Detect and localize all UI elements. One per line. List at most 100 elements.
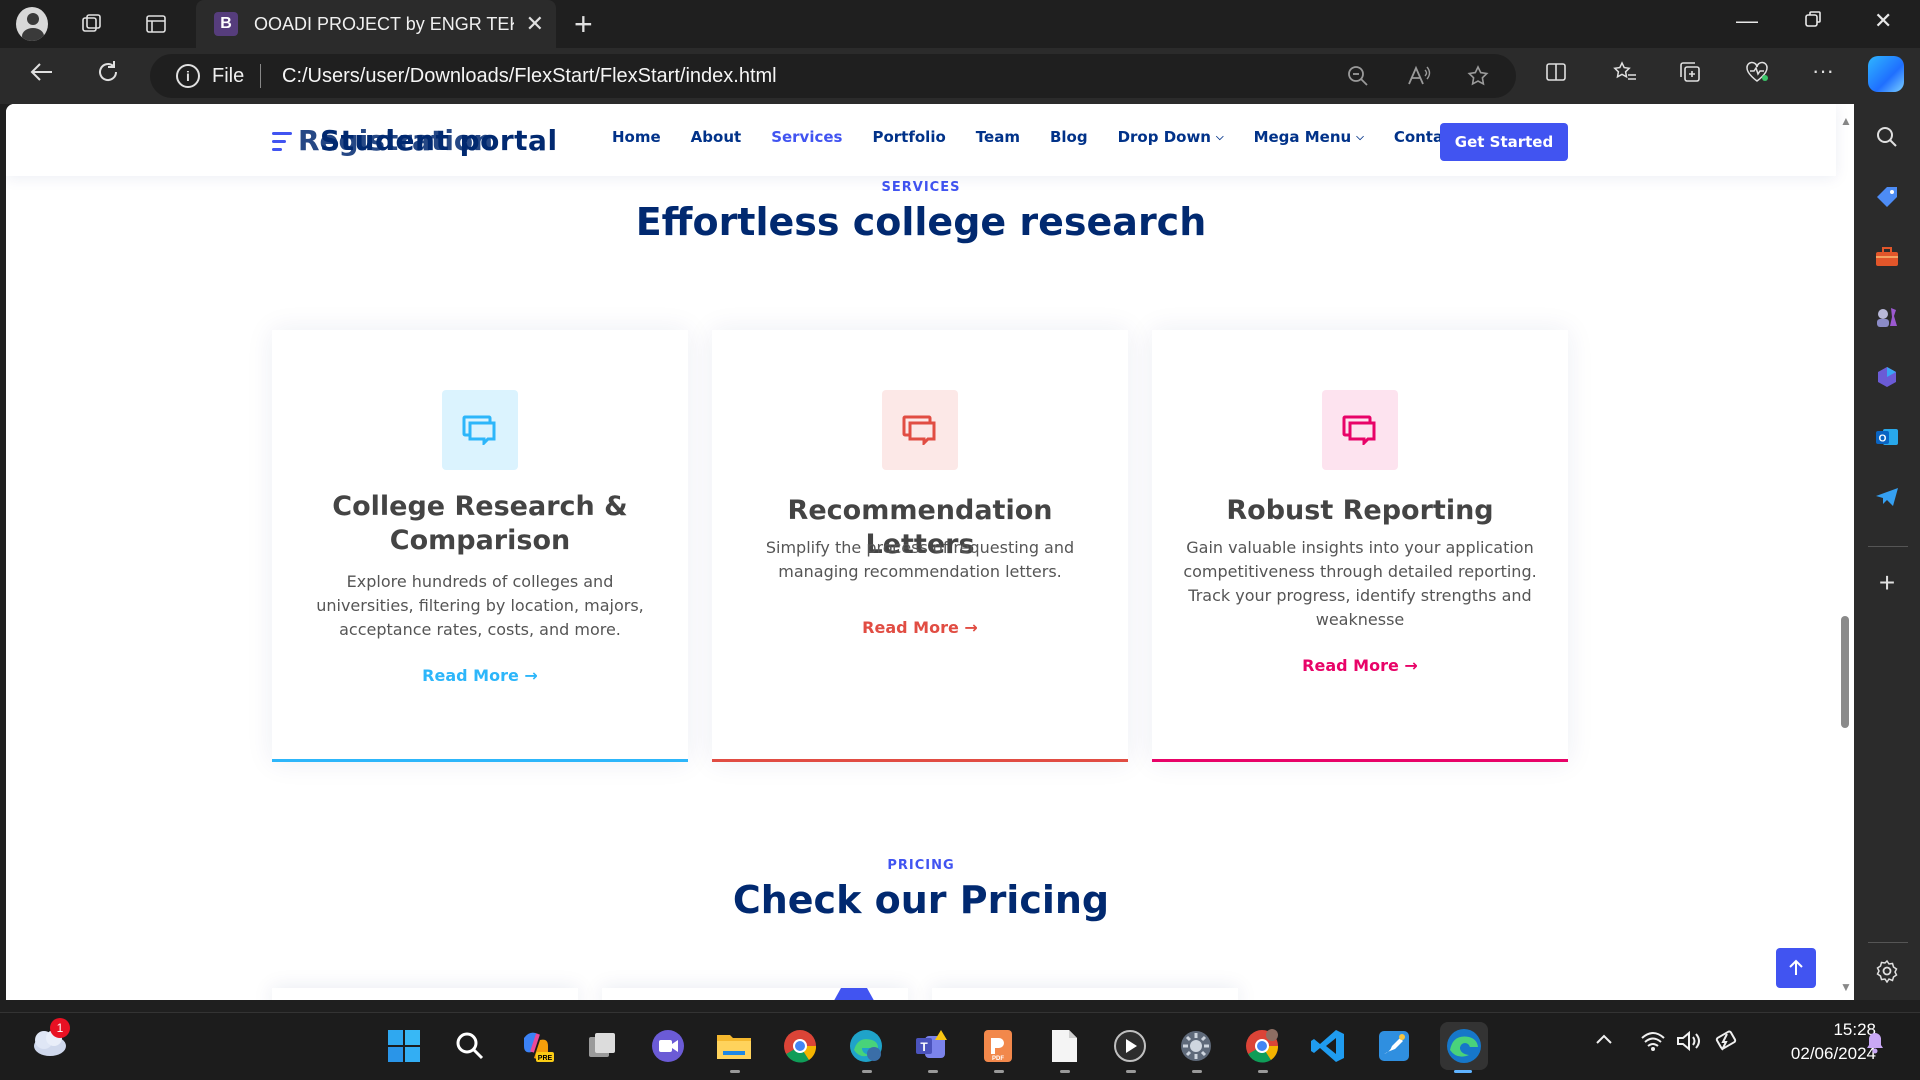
tray-chevron-up-icon[interactable] bbox=[1594, 1030, 1614, 1056]
copilot-icon[interactable] bbox=[1868, 56, 1904, 92]
chevron-down-icon: ⌵ bbox=[1215, 131, 1224, 143]
favorites-icon[interactable] bbox=[1612, 60, 1638, 91]
read-more-link[interactable]: Read More → bbox=[272, 666, 688, 685]
url-scheme-label: File bbox=[212, 65, 245, 87]
add-icon[interactable]: + bbox=[1872, 567, 1902, 598]
read-more-label: Read More bbox=[862, 618, 959, 637]
task-view-icon[interactable] bbox=[582, 1026, 622, 1066]
edge-browser-icon[interactable] bbox=[1440, 1022, 1488, 1070]
site-info-icon[interactable]: i bbox=[176, 64, 200, 88]
card-accent-bar bbox=[272, 759, 688, 762]
back-to-top-button[interactable] bbox=[1776, 948, 1816, 988]
teams-icon[interactable]: T bbox=[912, 1026, 952, 1066]
url-text[interactable]: C:/Users/user/Downloads/FlexStart/FlexSt… bbox=[282, 65, 777, 88]
chrome-icon[interactable] bbox=[780, 1026, 820, 1066]
weather-badge: 1 bbox=[50, 1018, 70, 1038]
logo-overlap-text: Registration bbox=[298, 124, 494, 157]
split-screen-icon[interactable] bbox=[1544, 60, 1568, 91]
back-arrow-icon[interactable] bbox=[28, 58, 56, 93]
collections-icon[interactable] bbox=[1678, 60, 1702, 91]
nav-mega-menu-label: Mega Menu bbox=[1253, 128, 1352, 146]
chrome-profile-icon[interactable] bbox=[1242, 1026, 1282, 1066]
running-indicator bbox=[928, 1070, 938, 1073]
media-player-icon[interactable] bbox=[1110, 1026, 1150, 1066]
nav-team[interactable]: Team bbox=[976, 128, 1020, 146]
notification-bell-icon[interactable] bbox=[1864, 1030, 1886, 1060]
meet-video-icon[interactable] bbox=[648, 1026, 688, 1066]
windows-taskbar bbox=[0, 1012, 1920, 1080]
tab-actions-icon[interactable] bbox=[140, 8, 172, 40]
nav-portfolio[interactable]: Portfolio bbox=[872, 128, 945, 146]
notepad-file-icon[interactable] bbox=[1044, 1026, 1084, 1066]
read-more-link[interactable]: Read More → bbox=[712, 618, 1128, 637]
service-card-title: College Research & Comparison bbox=[332, 491, 628, 556]
vscode-icon[interactable] bbox=[1308, 1026, 1348, 1066]
paint-icon[interactable] bbox=[1374, 1026, 1414, 1066]
chat-icon bbox=[442, 390, 518, 470]
service-card: College Research & Comparison Explore hu… bbox=[272, 330, 688, 762]
get-started-button[interactable]: Get Started bbox=[1440, 123, 1568, 161]
volume-icon[interactable] bbox=[1676, 1030, 1702, 1058]
games-icon[interactable] bbox=[1872, 302, 1902, 332]
tools-briefcase-icon[interactable] bbox=[1872, 242, 1902, 272]
nav-home[interactable]: Home bbox=[612, 128, 661, 146]
running-indicator bbox=[994, 1070, 1004, 1073]
nav-about[interactable]: About bbox=[691, 128, 742, 146]
nav-services[interactable]: Services bbox=[771, 128, 842, 146]
services-section-title: Effortless college research bbox=[635, 200, 1207, 244]
clock-date[interactable]: 02/06/2024 bbox=[1756, 1044, 1876, 1064]
battery-icon[interactable] bbox=[1712, 1030, 1738, 1058]
nav-drop-down[interactable]: Drop Down ⌵ bbox=[1118, 128, 1224, 146]
sidebar-divider bbox=[1868, 942, 1908, 943]
read-more-label: Read More bbox=[1302, 656, 1399, 675]
favorite-star-icon[interactable] bbox=[1466, 64, 1490, 94]
chevron-down-icon: ⌵ bbox=[1356, 131, 1364, 143]
tab-close-icon[interactable]: ✕ bbox=[526, 12, 544, 36]
copilot-sidebar-icon[interactable] bbox=[1872, 362, 1902, 392]
running-indicator bbox=[730, 1070, 740, 1073]
running-indicator bbox=[1126, 1070, 1136, 1073]
tab-title: OOADI PROJECT by ENGR TEKO bbox=[254, 13, 514, 34]
nav-blog[interactable]: Blog bbox=[1050, 128, 1088, 146]
zoom-out-icon[interactable] bbox=[1346, 64, 1370, 94]
read-more-label: Read More bbox=[422, 666, 519, 685]
settings-gear-icon[interactable] bbox=[1176, 1026, 1216, 1066]
wifi-icon[interactable] bbox=[1640, 1030, 1666, 1058]
refresh-icon[interactable] bbox=[94, 58, 122, 93]
settings-gear-icon[interactable] bbox=[1872, 956, 1902, 986]
edge-profile-icon[interactable] bbox=[846, 1026, 886, 1066]
restore-icon[interactable] bbox=[1804, 8, 1822, 34]
outlook-icon[interactable]: O bbox=[1872, 422, 1902, 452]
browser-essentials-icon[interactable] bbox=[1744, 60, 1770, 91]
profile-button[interactable] bbox=[16, 7, 48, 41]
running-indicator bbox=[862, 1070, 872, 1073]
scroll-down-arrow-icon[interactable]: ▼ bbox=[1840, 980, 1852, 994]
file-explorer-icon[interactable] bbox=[714, 1026, 754, 1066]
minimize-icon[interactable]: — bbox=[1736, 8, 1758, 34]
send-telegram-icon[interactable] bbox=[1872, 482, 1902, 512]
pdf-editor-icon[interactable]: PDF bbox=[978, 1026, 1018, 1066]
page-scrollbar[interactable]: ▲ ▼ bbox=[1836, 104, 1854, 1000]
new-tab-icon[interactable]: + bbox=[574, 6, 593, 43]
browser-tab-active[interactable]: B OOADI PROJECT by ENGR TEKO ✕ bbox=[196, 0, 556, 48]
more-menu-icon[interactable]: ··· bbox=[1812, 58, 1834, 84]
site-header: Student portal Registration Home About S… bbox=[6, 104, 1836, 176]
browser-title-bar: B OOADI PROJECT by ENGR TEKO ✕ + — ✕ bbox=[0, 0, 1920, 48]
scroll-thumb[interactable] bbox=[1841, 616, 1849, 728]
address-bar[interactable]: i File C:/Users/user/Downloads/FlexStart… bbox=[150, 54, 1516, 98]
copilot-pre-icon[interactable]: PRE bbox=[516, 1026, 556, 1066]
shopping-tag-icon[interactable] bbox=[1872, 182, 1902, 212]
close-window-icon[interactable]: ✕ bbox=[1874, 8, 1892, 34]
nav-mega-menu[interactable]: Mega Menu ⌵ bbox=[1254, 128, 1364, 146]
search-icon[interactable] bbox=[1872, 122, 1902, 152]
scroll-up-arrow-icon[interactable]: ▲ bbox=[1840, 114, 1852, 128]
workspaces-icon[interactable] bbox=[76, 8, 108, 40]
sidebar-divider bbox=[1868, 546, 1908, 547]
arrow-right-icon: → bbox=[1404, 656, 1418, 675]
read-aloud-icon[interactable] bbox=[1406, 64, 1432, 94]
read-more-link[interactable]: Read More → bbox=[1152, 656, 1568, 675]
service-card-text: Explore hundreds of colleges and univers… bbox=[316, 572, 644, 639]
windows-start-icon[interactable] bbox=[384, 1026, 424, 1066]
bootstrap-favicon-icon: B bbox=[214, 12, 238, 36]
search-icon[interactable] bbox=[450, 1026, 490, 1066]
